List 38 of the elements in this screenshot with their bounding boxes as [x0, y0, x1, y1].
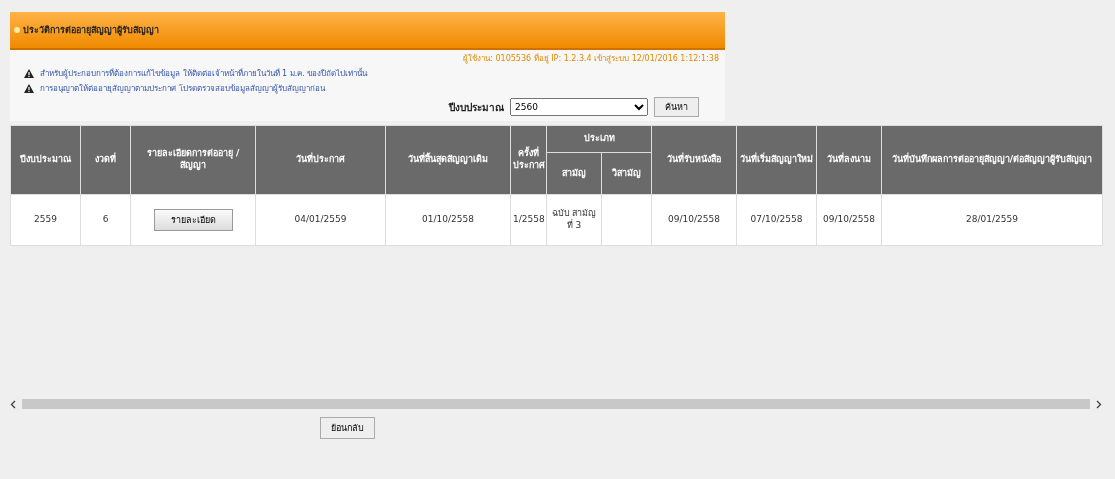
fiscal-year-select[interactable]: 2560 — [510, 98, 648, 116]
bullet-icon — [14, 27, 20, 33]
search-button[interactable]: ค้นหา — [654, 97, 699, 117]
notice-text: สำหรับผู้ประกอบการที่ต้องการแก้ไขข้อมูล ให้ติดต่อเจ้าหน้าที่ภายในวันที่ 1 ม.ค. ของปีถัดไปเท่านั้น — [40, 67, 368, 80]
scroll-right-icon[interactable] — [1096, 399, 1102, 409]
notice-text: การอนุญาตให้ต่ออายุสัญญาตามประกาศ โปรดตรวจสอบข้อมูลสัญญาผู้รับสัญญาก่อน — [40, 83, 325, 95]
warning-icon — [24, 69, 34, 78]
page-title: ประวัติการต่ออายุสัญญาผู้รับสัญญา — [23, 24, 159, 37]
table-cell: 09/10/2558 — [651, 194, 737, 246]
column-header: วันที่เริ่มสัญญาใหม่ — [736, 125, 817, 195]
column-header: ครั้งที่ประกาศ — [510, 125, 547, 195]
column-header: สามัญ — [546, 152, 602, 195]
table-cell: 04/01/2559 — [255, 194, 386, 246]
column-header: วันที่รับหนังสือ — [651, 125, 737, 195]
column-header: ปีงบประมาณ — [10, 125, 81, 195]
fiscal-year-label: ปีงบประมาณ — [449, 100, 504, 115]
column-header: วันที่ประกาศ — [255, 125, 386, 195]
column-header: ประเภท — [546, 125, 652, 153]
back-button[interactable]: ย้อนกลับ — [320, 417, 375, 439]
details-button[interactable]: รายละเอียด — [153, 209, 233, 231]
warning-icon — [24, 84, 34, 93]
column-header: รายละเอียดการต่ออายุ / สัญญา — [130, 125, 256, 195]
table-cell: 07/10/2558 — [736, 194, 817, 246]
scrollbar-thumb[interactable] — [22, 399, 1090, 409]
column-header: วันที่ลงนาม — [816, 125, 882, 195]
table-cell: 28/01/2559 — [881, 194, 1103, 246]
column-header: วันที่บันทึกผลการต่ออายุสัญญา/ต่อสัญญาผู้รับสัญญา — [881, 125, 1103, 195]
table-cell: ฉบับ สามัญที่ 3 — [546, 194, 602, 246]
table-cell: 6 — [80, 194, 131, 246]
table-cell: 1/2558 — [510, 194, 547, 246]
column-header: วิสามัญ — [601, 152, 652, 195]
scroll-left-icon[interactable] — [10, 399, 16, 409]
column-header: วันที่สิ้นสุดสัญญาเดิม — [385, 125, 511, 195]
table-cell: 09/10/2558 — [816, 194, 882, 246]
column-header: งวดที่ — [80, 125, 131, 195]
table-cell: 01/10/2558 — [385, 194, 511, 246]
table-cell: 2559 — [10, 194, 81, 246]
user-info: ผู้ใช้งาน: 0105536 ที่อยู่ IP: 1.2.3.4 เข้าสู่ระบบ 12/01/2016 1:12:1:38 — [462, 52, 719, 65]
